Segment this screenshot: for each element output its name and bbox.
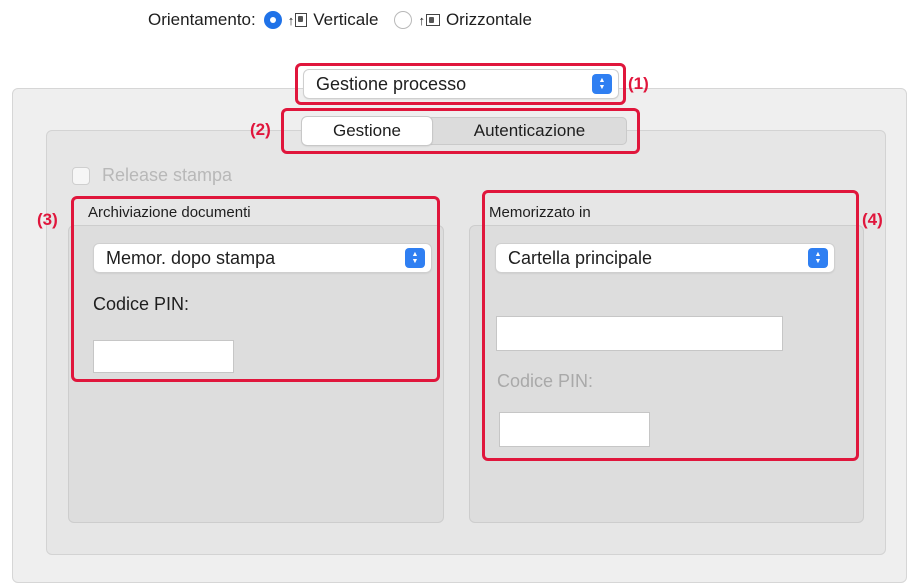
release-print-label: Release stampa (102, 165, 233, 185)
callout-label-4: (4) (862, 210, 883, 229)
callout-box-2 (281, 108, 640, 154)
callout-label-3: (3) (37, 210, 58, 229)
callout-box-1 (295, 63, 626, 105)
release-print-checkbox[interactable] (72, 166, 90, 185)
release-print-row: Release stampa (72, 165, 232, 186)
orientation-label: Orientamento: (148, 10, 256, 29)
callout-box-3 (71, 196, 440, 382)
landscape-orientation-icon: ↑ (418, 13, 440, 28)
orientation-landscape-label[interactable]: Orizzontale (446, 10, 532, 30)
portrait-orientation-icon: ↑ (288, 13, 308, 28)
callout-label-2: (2) (250, 120, 271, 139)
orientation-portrait-radio[interactable] (263, 11, 282, 29)
callout-box-4 (482, 190, 859, 461)
callout-label-1: (1) (628, 74, 649, 93)
orientation-row: Orientamento: ↑ Verticale ↑ Orizzontale (148, 6, 532, 34)
orientation-landscape-radio[interactable] (394, 11, 413, 29)
orientation-portrait-label[interactable]: Verticale (313, 10, 378, 30)
